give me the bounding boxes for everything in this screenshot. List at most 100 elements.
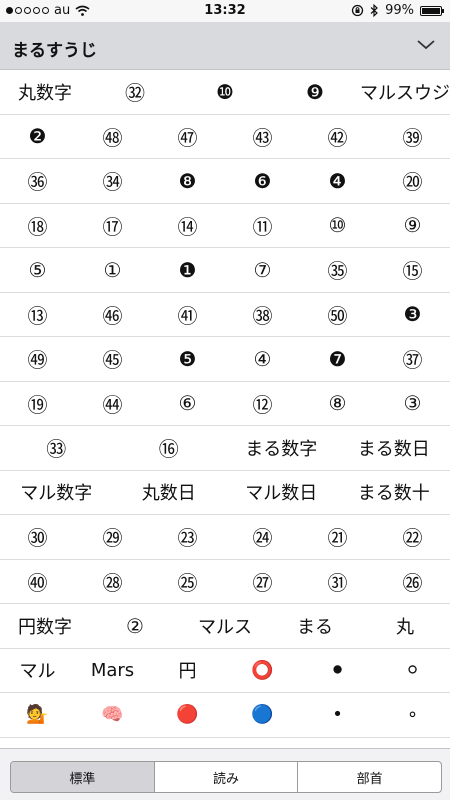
candidate-cell[interactable]: ② [90,604,180,648]
candidate-cell[interactable]: ⑧ [300,382,375,426]
candidate-cell[interactable]: ⑦ [225,248,300,292]
candidate-cell[interactable]: ㊶ [150,293,225,337]
candidate-cell[interactable]: ㉛ [300,560,375,604]
candidate-cell[interactable]: ❺ [150,337,225,381]
candidate-row: ㉝ ⑯ まる数字 まる数日 [0,426,450,471]
candidate-cell[interactable]: ⑩ [300,204,375,248]
candidate-row: マル Mars 円 ⭕ ⚫ ⚪ [0,649,450,693]
candidate-cell[interactable]: ⑫ [225,382,300,426]
candidate-cell[interactable]: ④ [225,337,300,381]
candidate-cell[interactable]: 💁 [0,693,75,737]
candidate-cell[interactable]: ㉖ [375,560,450,604]
candidate-cell[interactable]: ⑰ [75,204,150,248]
candidate-cell[interactable]: ⑪ [225,204,300,248]
candidate-cell[interactable]: ❽ [150,159,225,203]
candidate-cell[interactable]: 丸 [0,738,75,749]
candidate-cell[interactable]: ㊼ [150,115,225,159]
candidate-cell[interactable]: 丸数日 [113,471,226,515]
candidate-cell[interactable]: ㊾ [0,337,75,381]
candidate-cell[interactable]: Mars [75,649,150,693]
candidate-cell[interactable]: • [300,693,375,737]
candidate-cell[interactable]: ③ [375,382,450,426]
candidate-cell[interactable]: ㉗ [225,560,300,604]
candidate-cell[interactable]: ㊷ [300,115,375,159]
candidate-cell[interactable]: ⭕ [225,649,300,693]
candidate-cell[interactable]: 🧠 [75,693,150,737]
candidate-cell[interactable]: ㊺ [75,337,150,381]
candidate-cell[interactable]: ㉚ [0,515,75,559]
tab-standard[interactable]: 標準 [11,762,154,792]
candidate-cell[interactable]: ⚪ [375,649,450,693]
candidate-cell[interactable]: ⑬ [0,293,75,337]
candidate-cell[interactable]: マルス [180,604,270,648]
candidate-cell[interactable]: ㉕ [150,560,225,604]
candidate-cell[interactable]: ⑨ [375,204,450,248]
candidate-cell[interactable]: ㊵ [0,560,75,604]
candidate-cell[interactable]: ⑱ [0,204,75,248]
candidate-cell[interactable]: ❶ [150,248,225,292]
candidate-cell[interactable]: ❷ [0,115,75,159]
candidate-cell[interactable]: 円数字 [0,604,90,648]
candidate-cell[interactable]: 丸数字 [0,70,90,114]
battery-percent: 99% [385,3,414,18]
candidate-cell[interactable]: 亦 [300,738,375,749]
candidate-cell[interactable]: 又 [375,738,450,749]
candidate-cell[interactable]: まる数十 [338,471,450,515]
candidate-cell[interactable]: ⚫ [300,649,375,693]
candidate-cell[interactable]: 🔴 [150,693,225,737]
candidate-cell[interactable]: 門 [150,738,225,749]
candidate-cell[interactable]: まる数日 [338,426,450,470]
candidate-cell[interactable]: ㊳ [225,293,300,337]
candidate-cell[interactable]: ㉓ [150,515,225,559]
candidate-cell[interactable]: ∘ [375,693,450,737]
candidate-cell[interactable]: ㉔ [225,515,300,559]
candidate-cell[interactable]: ㉘ [75,560,150,604]
candidate-cell[interactable]: 丸 [360,604,450,648]
candidate-cell[interactable]: ❹ [300,159,375,203]
candidate-cell[interactable]: まる数字 [225,426,338,470]
candidate-cell[interactable]: マルスウジ [360,70,450,114]
chevron-down-icon[interactable] [416,37,436,53]
candidate-row: ㊵㉘㉕㉗㉛㉖ [0,560,450,604]
candidate-cell[interactable]: ㊲ [375,337,450,381]
candidate-cell[interactable]: 麿 [75,738,150,749]
candidate-cell[interactable]: 🔵 [225,693,300,737]
candidate-cell[interactable]: ㉙ [75,515,150,559]
candidate-cell[interactable]: ① [75,248,150,292]
candidate-cell[interactable]: 円 [150,649,225,693]
candidate-cell[interactable]: ⑥ [150,382,225,426]
candidate-cell[interactable]: ㉜ [90,70,180,114]
candidate-cell[interactable]: まる [270,604,360,648]
candidate-cell[interactable]: ❻ [225,159,300,203]
candidate-cell[interactable]: ㊻ [75,293,150,337]
candidate-cell[interactable]: ㊴ [375,115,450,159]
candidate-cell[interactable]: ❸ [375,293,450,337]
candidate-cell[interactable]: マル数日 [225,471,338,515]
candidate-cell[interactable]: ㉒ [375,515,450,559]
tab-radical[interactable]: 部首 [297,762,441,792]
candidate-cell[interactable]: ❾ [270,70,360,114]
candidate-cell[interactable]: ⑮ [375,248,450,292]
candidate-row: ㊾㊺❺④❼㊲ [0,337,450,382]
candidate-cell[interactable]: ㊸ [225,115,300,159]
candidate-cell[interactable]: ⑲ [0,382,75,426]
candidate-cell[interactable]: マル数字 [0,471,113,515]
candidate-cell[interactable]: ⑭ [150,204,225,248]
candidate-cell[interactable]: ⑤ [0,248,75,292]
candidate-cell[interactable]: ㉝ [0,426,113,470]
candidate-cell[interactable]: マル [0,649,75,693]
tab-reading[interactable]: 読み [153,762,298,792]
candidate-cell[interactable]: ㉞ [75,159,150,203]
candidate-cell[interactable]: ㉟ [300,248,375,292]
candidate-cell[interactable]: ㊱ [0,159,75,203]
candidate-cell[interactable]: ㉑ [300,515,375,559]
candidate-cell[interactable]: 毎 [225,738,300,749]
candidate-cell[interactable]: ⑳ [375,159,450,203]
candidate-cell[interactable]: ㊹ [75,382,150,426]
candidate-cell[interactable]: ⑯ [113,426,226,470]
tab-bar: 標準 読み 部首 [0,748,450,800]
candidate-cell[interactable]: ❿ [180,70,270,114]
candidate-cell[interactable]: ❼ [300,337,375,381]
candidate-cell[interactable]: ㊿ [300,293,375,337]
candidate-cell[interactable]: ㊽ [75,115,150,159]
